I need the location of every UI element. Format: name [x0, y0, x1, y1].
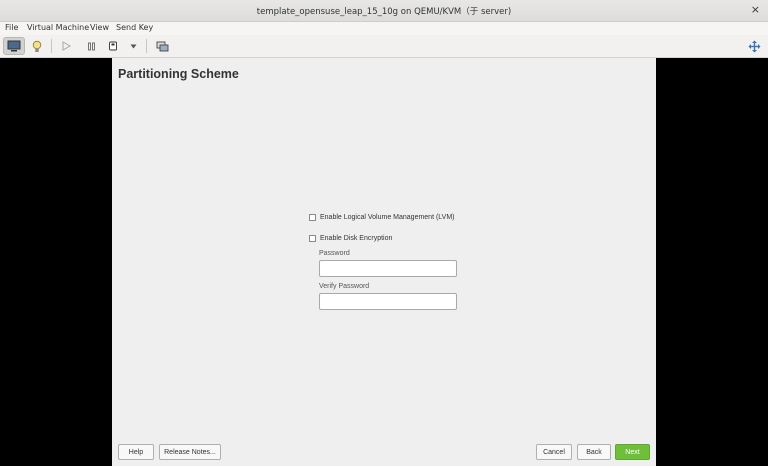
details-view-button[interactable] [28, 37, 46, 55]
password-field[interactable] [319, 260, 457, 277]
cancel-button[interactable]: Cancel [536, 444, 572, 460]
verify-password-label: Verify Password [319, 283, 370, 290]
lvm-checkbox[interactable] [309, 214, 316, 221]
verify-password-field[interactable] [319, 293, 457, 310]
console-view-button[interactable] [3, 37, 25, 55]
close-icon[interactable]: × [751, 4, 760, 16]
menu-view[interactable]: View [90, 23, 109, 32]
next-button[interactable]: Next [615, 444, 650, 460]
run-button[interactable] [58, 37, 74, 55]
lvm-option[interactable]: Enable Logical Volume Management (LVM) [309, 214, 455, 221]
fullscreen-button[interactable] [745, 37, 763, 55]
encryption-option[interactable]: Enable Disk Encryption [309, 235, 392, 242]
toolbar-separator [51, 39, 52, 53]
encryption-checkbox[interactable] [309, 235, 316, 242]
menu-file[interactable]: File [5, 23, 18, 32]
dropdown-arrow-icon [130, 44, 136, 48]
encryption-label: Enable Disk Encryption [320, 235, 393, 242]
pause-icon [87, 42, 95, 50]
menu-virtual-machine[interactable]: Virtual Machine [27, 23, 89, 32]
window-titlebar: template_opensuse_leap_15_10g on QEMU/KV… [0, 0, 768, 22]
snapshots-icon [156, 41, 168, 51]
toolbar [0, 35, 768, 58]
play-icon [62, 41, 71, 51]
help-button[interactable]: Help [118, 444, 154, 460]
back-button[interactable]: Back [577, 444, 611, 460]
shutdown-button[interactable] [105, 37, 121, 55]
release-notes-button[interactable]: Release Notes... [159, 444, 221, 460]
page-title: Partitioning Scheme [118, 67, 239, 81]
window-title: template_opensuse_leap_15_10g on QEMU/KV… [256, 7, 512, 17]
password-label: Password [319, 250, 350, 257]
installer-screen: Partitioning Scheme Enable Logical Volum… [112, 58, 656, 466]
menu-bar: File Virtual Machine View Send Key [0, 22, 768, 35]
snapshots-button[interactable] [153, 37, 171, 55]
shutdown-menu-button[interactable] [126, 37, 140, 55]
monitor-icon [7, 40, 21, 52]
lvm-label: Enable Logical Volume Management (LVM) [320, 214, 455, 221]
pause-button[interactable] [83, 37, 99, 55]
toolbar-separator [146, 39, 147, 53]
menu-send-key[interactable]: Send Key [116, 23, 153, 32]
power-icon [109, 41, 117, 51]
lightbulb-icon [32, 40, 42, 52]
fullscreen-icon [748, 40, 760, 52]
